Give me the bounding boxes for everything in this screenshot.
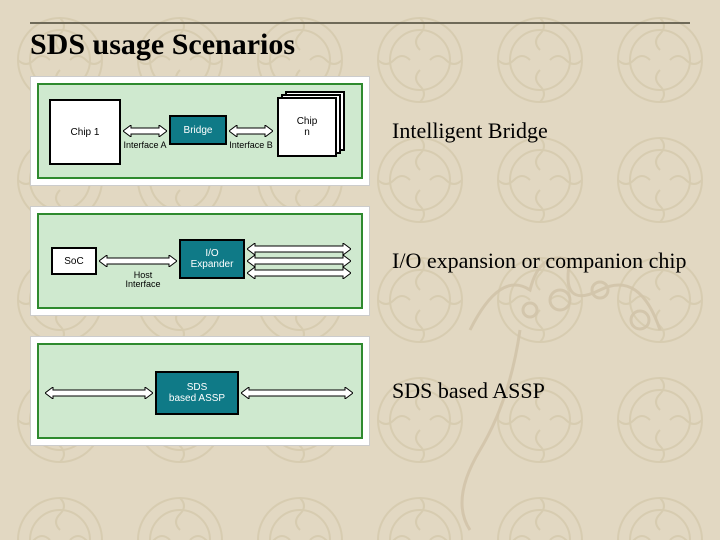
rule-top (30, 22, 690, 24)
arrow-port-1 (247, 243, 351, 255)
arrow-port-3 (247, 267, 351, 279)
diagram-io: SoC Host Interface I/O Expander (30, 206, 370, 316)
slide-title: SDS usage Scenarios (30, 28, 690, 62)
node-chipn: Chip n (277, 97, 337, 157)
edge-label-interface-b: Interface B (229, 141, 273, 150)
node-chip1: Chip 1 (49, 99, 121, 165)
scenario-label-assp: SDS based ASSP (392, 378, 690, 404)
arrow-bridge-chipn (229, 125, 273, 137)
scenario-row-io: SoC Host Interface I/O Expander I/O expa… (30, 206, 690, 316)
arrow-chip1-bridge (123, 125, 167, 137)
arrow-soc-expander (99, 255, 177, 267)
arrow-assp-left (45, 387, 153, 399)
slide: SDS usage Scenarios Chip 1 Interface A B… (0, 0, 720, 540)
edge-label-host-interface: Host Interface (115, 271, 171, 290)
scenario-row-assp: SDS based ASSP SDS based ASSP (30, 336, 690, 446)
arrow-port-2 (247, 255, 351, 267)
diagram-bridge: Chip 1 Interface A Bridge Interface B Ch… (30, 76, 370, 186)
scenario-row-bridge: Chip 1 Interface A Bridge Interface B Ch… (30, 76, 690, 186)
node-bridge: Bridge (169, 115, 227, 145)
diagram-assp: SDS based ASSP (30, 336, 370, 446)
node-assp: SDS based ASSP (155, 371, 239, 415)
edge-label-interface-a: Interface A (123, 141, 167, 150)
scenario-label-bridge: Intelligent Bridge (392, 118, 690, 144)
node-soc: SoC (51, 247, 97, 275)
node-io-expander: I/O Expander (179, 239, 245, 279)
arrow-assp-right (241, 387, 353, 399)
scenario-label-io: I/O expansion or companion chip (392, 248, 690, 274)
